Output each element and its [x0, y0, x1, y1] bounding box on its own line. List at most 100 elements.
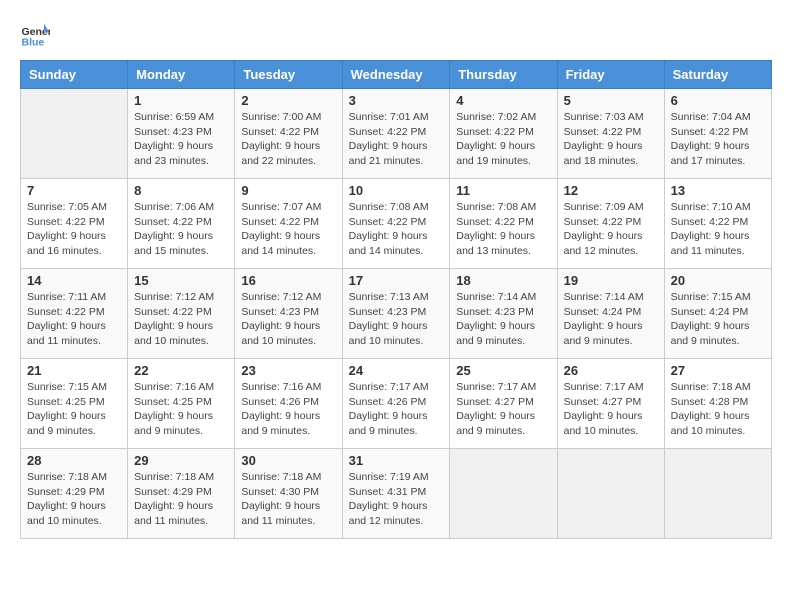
calendar-cell: 3 Sunrise: 7:01 AMSunset: 4:22 PMDaylight…: [342, 89, 450, 179]
day-info: Sunrise: 7:03 AMSunset: 4:22 PMDaylight:…: [564, 110, 658, 169]
day-number: 19: [564, 273, 658, 288]
calendar-cell: 27 Sunrise: 7:18 AMSunset: 4:28 PMDayligh…: [664, 359, 771, 449]
day-info: Sunrise: 7:17 AMSunset: 4:27 PMDaylight:…: [564, 380, 658, 439]
calendar-cell: 30Sunrise: 7:18 AMSunset: 4:30 PMDayligh…: [235, 449, 342, 539]
calendar-cell: 13 Sunrise: 7:10 AMSunset: 4:22 PMDayligh…: [664, 179, 771, 269]
day-info: Sunrise: 7:08 AMSunset: 4:22 PMDaylight:…: [349, 200, 444, 259]
day-header-sunday: Sunday: [21, 61, 128, 89]
day-number: 25: [456, 363, 550, 378]
day-info: Sunrise: 7:11 AMSunset: 4:22 PMDaylight:…: [27, 290, 121, 349]
day-number: 1: [134, 93, 228, 108]
logo: General Blue: [20, 20, 52, 50]
calendar-header-row: SundayMondayTuesdayWednesdayThursdayFrid…: [21, 61, 772, 89]
day-number: 14: [27, 273, 121, 288]
day-number: 30: [241, 453, 335, 468]
day-info: Sunrise: 7:13 AMSunset: 4:23 PMDaylight:…: [349, 290, 444, 349]
calendar-cell: 18Sunrise: 7:14 AMSunset: 4:23 PMDayligh…: [450, 269, 557, 359]
day-info: Sunrise: 7:18 AMSunset: 4:29 PMDaylight:…: [27, 470, 121, 529]
day-number: 10: [349, 183, 444, 198]
day-info: Sunrise: 7:07 AMSunset: 4:22 PMDaylight:…: [241, 200, 335, 259]
day-info: Sunrise: 7:15 AMSunset: 4:24 PMDaylight:…: [671, 290, 765, 349]
day-number: 27: [671, 363, 765, 378]
day-number: 11: [456, 183, 550, 198]
calendar-cell: 6 Sunrise: 7:04 AMSunset: 4:22 PMDaylight…: [664, 89, 771, 179]
day-number: 26: [564, 363, 658, 378]
calendar: SundayMondayTuesdayWednesdayThursdayFrid…: [20, 60, 772, 539]
day-number: 23: [241, 363, 335, 378]
calendar-cell: 29 Sunrise: 7:18 AMSunset: 4:29 PMDayligh…: [128, 449, 235, 539]
day-number: 28: [27, 453, 121, 468]
day-info: Sunrise: 7:16 AMSunset: 4:25 PMDaylight:…: [134, 380, 228, 439]
day-info: Sunrise: 7:10 AMSunset: 4:22 PMDaylight:…: [671, 200, 765, 259]
day-number: 3: [349, 93, 444, 108]
logo-icon: General Blue: [20, 20, 50, 50]
day-header-saturday: Saturday: [664, 61, 771, 89]
page-header: General Blue: [20, 20, 772, 50]
day-info: Sunrise: 7:00 AMSunset: 4:22 PMDaylight:…: [241, 110, 335, 169]
calendar-cell: 19 Sunrise: 7:14 AMSunset: 4:24 PMDayligh…: [557, 269, 664, 359]
calendar-cell: 4 Sunrise: 7:02 AMSunset: 4:22 PMDaylight…: [450, 89, 557, 179]
calendar-cell: [450, 449, 557, 539]
day-info: Sunrise: 7:12 AMSunset: 4:23 PMDaylight:…: [241, 290, 335, 349]
day-header-tuesday: Tuesday: [235, 61, 342, 89]
day-number: 2: [241, 93, 335, 108]
calendar-cell: 12Sunrise: 7:09 AMSunset: 4:22 PMDayligh…: [557, 179, 664, 269]
calendar-week-2: 7 Sunrise: 7:05 AMSunset: 4:22 PMDaylight…: [21, 179, 772, 269]
day-number: 9: [241, 183, 335, 198]
day-header-monday: Monday: [128, 61, 235, 89]
day-number: 17: [349, 273, 444, 288]
calendar-cell: [664, 449, 771, 539]
calendar-cell: 31 Sunrise: 7:19 AMSunset: 4:31 PMDayligh…: [342, 449, 450, 539]
day-number: 5: [564, 93, 658, 108]
day-info: Sunrise: 7:18 AMSunset: 4:29 PMDaylight:…: [134, 470, 228, 529]
day-info: Sunrise: 7:05 AMSunset: 4:22 PMDaylight:…: [27, 200, 121, 259]
day-info: Sunrise: 7:18 AMSunset: 4:28 PMDaylight:…: [671, 380, 765, 439]
svg-text:Blue: Blue: [22, 37, 45, 49]
calendar-cell: 23 Sunrise: 7:16 AMSunset: 4:26 PMDayligh…: [235, 359, 342, 449]
calendar-cell: 7 Sunrise: 7:05 AMSunset: 4:22 PMDaylight…: [21, 179, 128, 269]
day-info: Sunrise: 7:01 AMSunset: 4:22 PMDaylight:…: [349, 110, 444, 169]
calendar-week-4: 21 Sunrise: 7:15 AMSunset: 4:25 PMDayligh…: [21, 359, 772, 449]
day-info: Sunrise: 7:15 AMSunset: 4:25 PMDaylight:…: [27, 380, 121, 439]
day-number: 22: [134, 363, 228, 378]
calendar-cell: 26 Sunrise: 7:17 AMSunset: 4:27 PMDayligh…: [557, 359, 664, 449]
day-number: 13: [671, 183, 765, 198]
day-number: 7: [27, 183, 121, 198]
calendar-cell: 15 Sunrise: 7:12 AMSunset: 4:22 PMDayligh…: [128, 269, 235, 359]
day-info: Sunrise: 7:08 AMSunset: 4:22 PMDaylight:…: [456, 200, 550, 259]
calendar-cell: 20 Sunrise: 7:15 AMSunset: 4:24 PMDayligh…: [664, 269, 771, 359]
day-number: 4: [456, 93, 550, 108]
day-info: Sunrise: 7:19 AMSunset: 4:31 PMDaylight:…: [349, 470, 444, 529]
calendar-cell: 5 Sunrise: 7:03 AMSunset: 4:22 PMDaylight…: [557, 89, 664, 179]
day-header-wednesday: Wednesday: [342, 61, 450, 89]
calendar-cell: 10 Sunrise: 7:08 AMSunset: 4:22 PMDayligh…: [342, 179, 450, 269]
calendar-week-5: 28 Sunrise: 7:18 AMSunset: 4:29 PMDayligh…: [21, 449, 772, 539]
day-info: Sunrise: 7:06 AMSunset: 4:22 PMDaylight:…: [134, 200, 228, 259]
day-header-friday: Friday: [557, 61, 664, 89]
calendar-cell: 25Sunrise: 7:17 AMSunset: 4:27 PMDayligh…: [450, 359, 557, 449]
calendar-cell: 22 Sunrise: 7:16 AMSunset: 4:25 PMDayligh…: [128, 359, 235, 449]
calendar-cell: [557, 449, 664, 539]
day-info: Sunrise: 7:12 AMSunset: 4:22 PMDaylight:…: [134, 290, 228, 349]
day-number: 6: [671, 93, 765, 108]
day-number: 29: [134, 453, 228, 468]
calendar-cell: [21, 89, 128, 179]
calendar-week-1: 1 Sunrise: 6:59 AMSunset: 4:23 PMDaylight…: [21, 89, 772, 179]
day-number: 15: [134, 273, 228, 288]
day-info: Sunrise: 7:17 AMSunset: 4:26 PMDaylight:…: [349, 380, 444, 439]
day-info: Sunrise: 7:02 AMSunset: 4:22 PMDaylight:…: [456, 110, 550, 169]
day-number: 21: [27, 363, 121, 378]
day-info: Sunrise: 7:14 AMSunset: 4:24 PMDaylight:…: [564, 290, 658, 349]
calendar-cell: 16Sunrise: 7:12 AMSunset: 4:23 PMDayligh…: [235, 269, 342, 359]
day-number: 20: [671, 273, 765, 288]
calendar-cell: 1 Sunrise: 6:59 AMSunset: 4:23 PMDaylight…: [128, 89, 235, 179]
day-header-thursday: Thursday: [450, 61, 557, 89]
day-number: 8: [134, 183, 228, 198]
day-info: Sunrise: 7:16 AMSunset: 4:26 PMDaylight:…: [241, 380, 335, 439]
calendar-cell: 9 Sunrise: 7:07 AMSunset: 4:22 PMDaylight…: [235, 179, 342, 269]
day-number: 24: [349, 363, 444, 378]
day-info: Sunrise: 6:59 AMSunset: 4:23 PMDaylight:…: [134, 110, 228, 169]
day-info: Sunrise: 7:04 AMSunset: 4:22 PMDaylight:…: [671, 110, 765, 169]
day-number: 31: [349, 453, 444, 468]
day-info: Sunrise: 7:09 AMSunset: 4:22 PMDaylight:…: [564, 200, 658, 259]
